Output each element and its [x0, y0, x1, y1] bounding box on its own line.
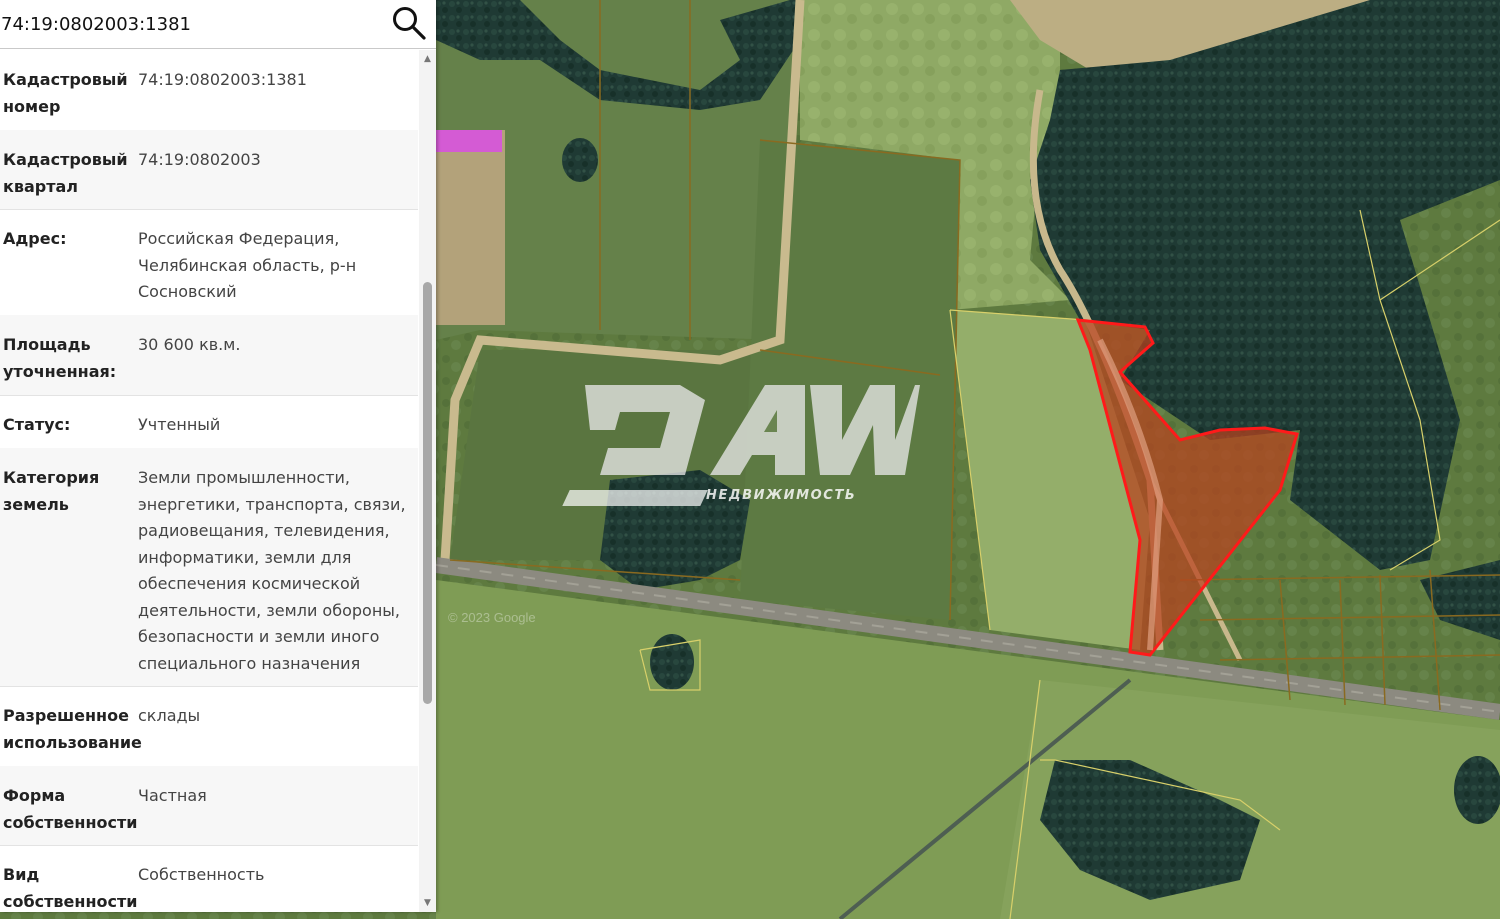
search-input[interactable]: [0, 6, 381, 42]
info-label: Категория земель: [3, 468, 100, 514]
info-row-status: Статус: Учтенный: [0, 395, 418, 449]
info-row-ownership-type: Вид собственности Собственность: [0, 845, 418, 912]
scrollbar-thumb[interactable]: [423, 282, 432, 704]
info-label: Статус:: [3, 415, 71, 434]
info-row-address: Адрес: Российская Федерация, Челябинская…: [0, 209, 418, 316]
info-row-cadastral-number: Кадастровый номер 74:19:0802003:1381: [0, 50, 418, 131]
parcel-info-panel: Кадастровый номер 74:19:0802003:1381 Кад…: [0, 0, 436, 912]
info-value: Учтенный: [138, 415, 221, 434]
info-value: склады: [138, 706, 201, 725]
panel-scrollbar[interactable]: ▲ ▼: [419, 50, 436, 912]
watermark-subtitle: НЕДВИЖИМОСТЬ: [706, 488, 857, 503]
info-label: Форма собственности: [3, 786, 138, 832]
info-label: Адрес:: [3, 229, 67, 248]
search-button[interactable]: [388, 4, 430, 44]
info-label: Площадь уточненная:: [3, 335, 117, 381]
search-bar: [0, 0, 436, 49]
info-value: 30 600 кв.м.: [138, 335, 241, 354]
scroll-up-arrow-icon[interactable]: ▲: [419, 50, 436, 68]
info-label: Кадастровый номер: [3, 70, 128, 116]
info-row-cadastral-quarter: Кадастровый квартал 74:19:0802003: [0, 130, 418, 210]
info-row-area: Площадь уточненная: 30 600 кв.м.: [0, 315, 418, 396]
info-value: 74:19:0802003: [138, 150, 261, 169]
info-value: Частная: [138, 786, 207, 805]
info-label: Разрешенное использование: [3, 706, 142, 752]
info-row-ownership-form: Форма собственности Частная: [0, 766, 418, 846]
map-attribution: © 2023 Google: [448, 610, 536, 625]
scroll-down-arrow-icon[interactable]: ▼: [419, 894, 436, 912]
info-label: Кадастровый квартал: [3, 150, 128, 196]
info-row-land-category: Категория земель Земли промышленности, э…: [0, 448, 418, 687]
info-value: Земли промышленности, энергетики, трансп…: [138, 468, 406, 673]
info-row-permitted-use: Разрешенное использование склады: [0, 686, 418, 767]
watermark-bar: [562, 490, 708, 506]
info-table: Кадастровый номер 74:19:0802003:1381 Кад…: [0, 50, 418, 912]
info-value: Российская Федерация, Челябинская област…: [138, 229, 357, 301]
info-label: Вид собственности: [3, 865, 138, 911]
info-value: Собственность: [138, 865, 265, 884]
search-icon: [393, 6, 426, 40]
info-value: 74:19:0802003:1381: [138, 70, 307, 89]
